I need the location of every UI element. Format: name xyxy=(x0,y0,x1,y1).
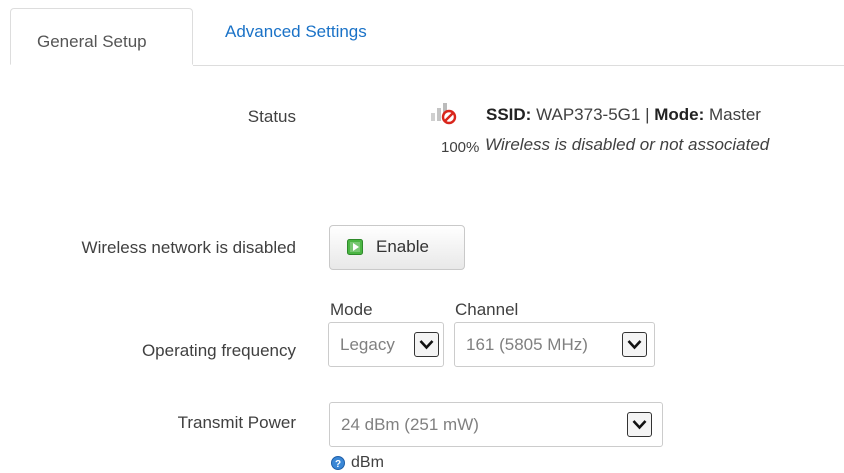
signal-disabled-icon xyxy=(431,103,457,125)
signal-percent: 100% xyxy=(441,139,480,156)
channel-select[interactable]: 161 (5805 MHz) xyxy=(454,322,655,367)
tab-general-setup[interactable]: General Setup xyxy=(10,8,193,65)
mode-select[interactable]: Legacy xyxy=(328,322,444,367)
wireless-disabled-label: Wireless network is disabled xyxy=(81,238,296,257)
channel-label: Channel xyxy=(455,300,519,319)
channel-select-value: 161 (5805 MHz) xyxy=(466,335,588,354)
tab-bar-divider xyxy=(193,65,844,66)
ssid-key: SSID: xyxy=(486,105,532,124)
enable-button-label: Enable xyxy=(376,237,429,256)
svg-text:?: ? xyxy=(335,459,341,470)
ssid-value: WAP373-5G1 xyxy=(536,105,641,124)
status-label: Status xyxy=(247,107,296,126)
tab-bar: General Setup Advanced Settings xyxy=(0,0,844,66)
ssid-separator: | xyxy=(645,105,650,124)
status-message: Wireless is disabled or not associated xyxy=(485,135,770,154)
chevron-down-icon[interactable] xyxy=(627,412,652,437)
tab-advanced-settings[interactable]: Advanced Settings xyxy=(225,22,367,42)
play-icon xyxy=(347,239,363,255)
chevron-down-icon[interactable] xyxy=(622,332,647,357)
operating-frequency-label: Operating frequency xyxy=(141,341,296,360)
mode-label: Mode xyxy=(330,300,373,319)
transmit-power-select[interactable]: 24 dBm (251 mW) xyxy=(329,402,663,447)
ssid-mode-line: SSID: WAP373-5G1 | Mode: Master xyxy=(486,105,761,125)
tab-general-setup-label: General Setup xyxy=(37,32,147,51)
chevron-down-icon[interactable] xyxy=(414,332,439,357)
mode-value: Master xyxy=(709,105,761,124)
unit-label: dBm xyxy=(351,454,384,471)
transmit-power-value: 24 dBm (251 mW) xyxy=(341,415,479,434)
mode-key: Mode: xyxy=(654,105,705,124)
help-icon[interactable]: ? xyxy=(331,456,345,470)
enable-button[interactable]: Enable xyxy=(329,225,465,270)
transmit-power-label: Transmit Power xyxy=(177,413,296,432)
mode-select-value: Legacy xyxy=(340,335,395,354)
